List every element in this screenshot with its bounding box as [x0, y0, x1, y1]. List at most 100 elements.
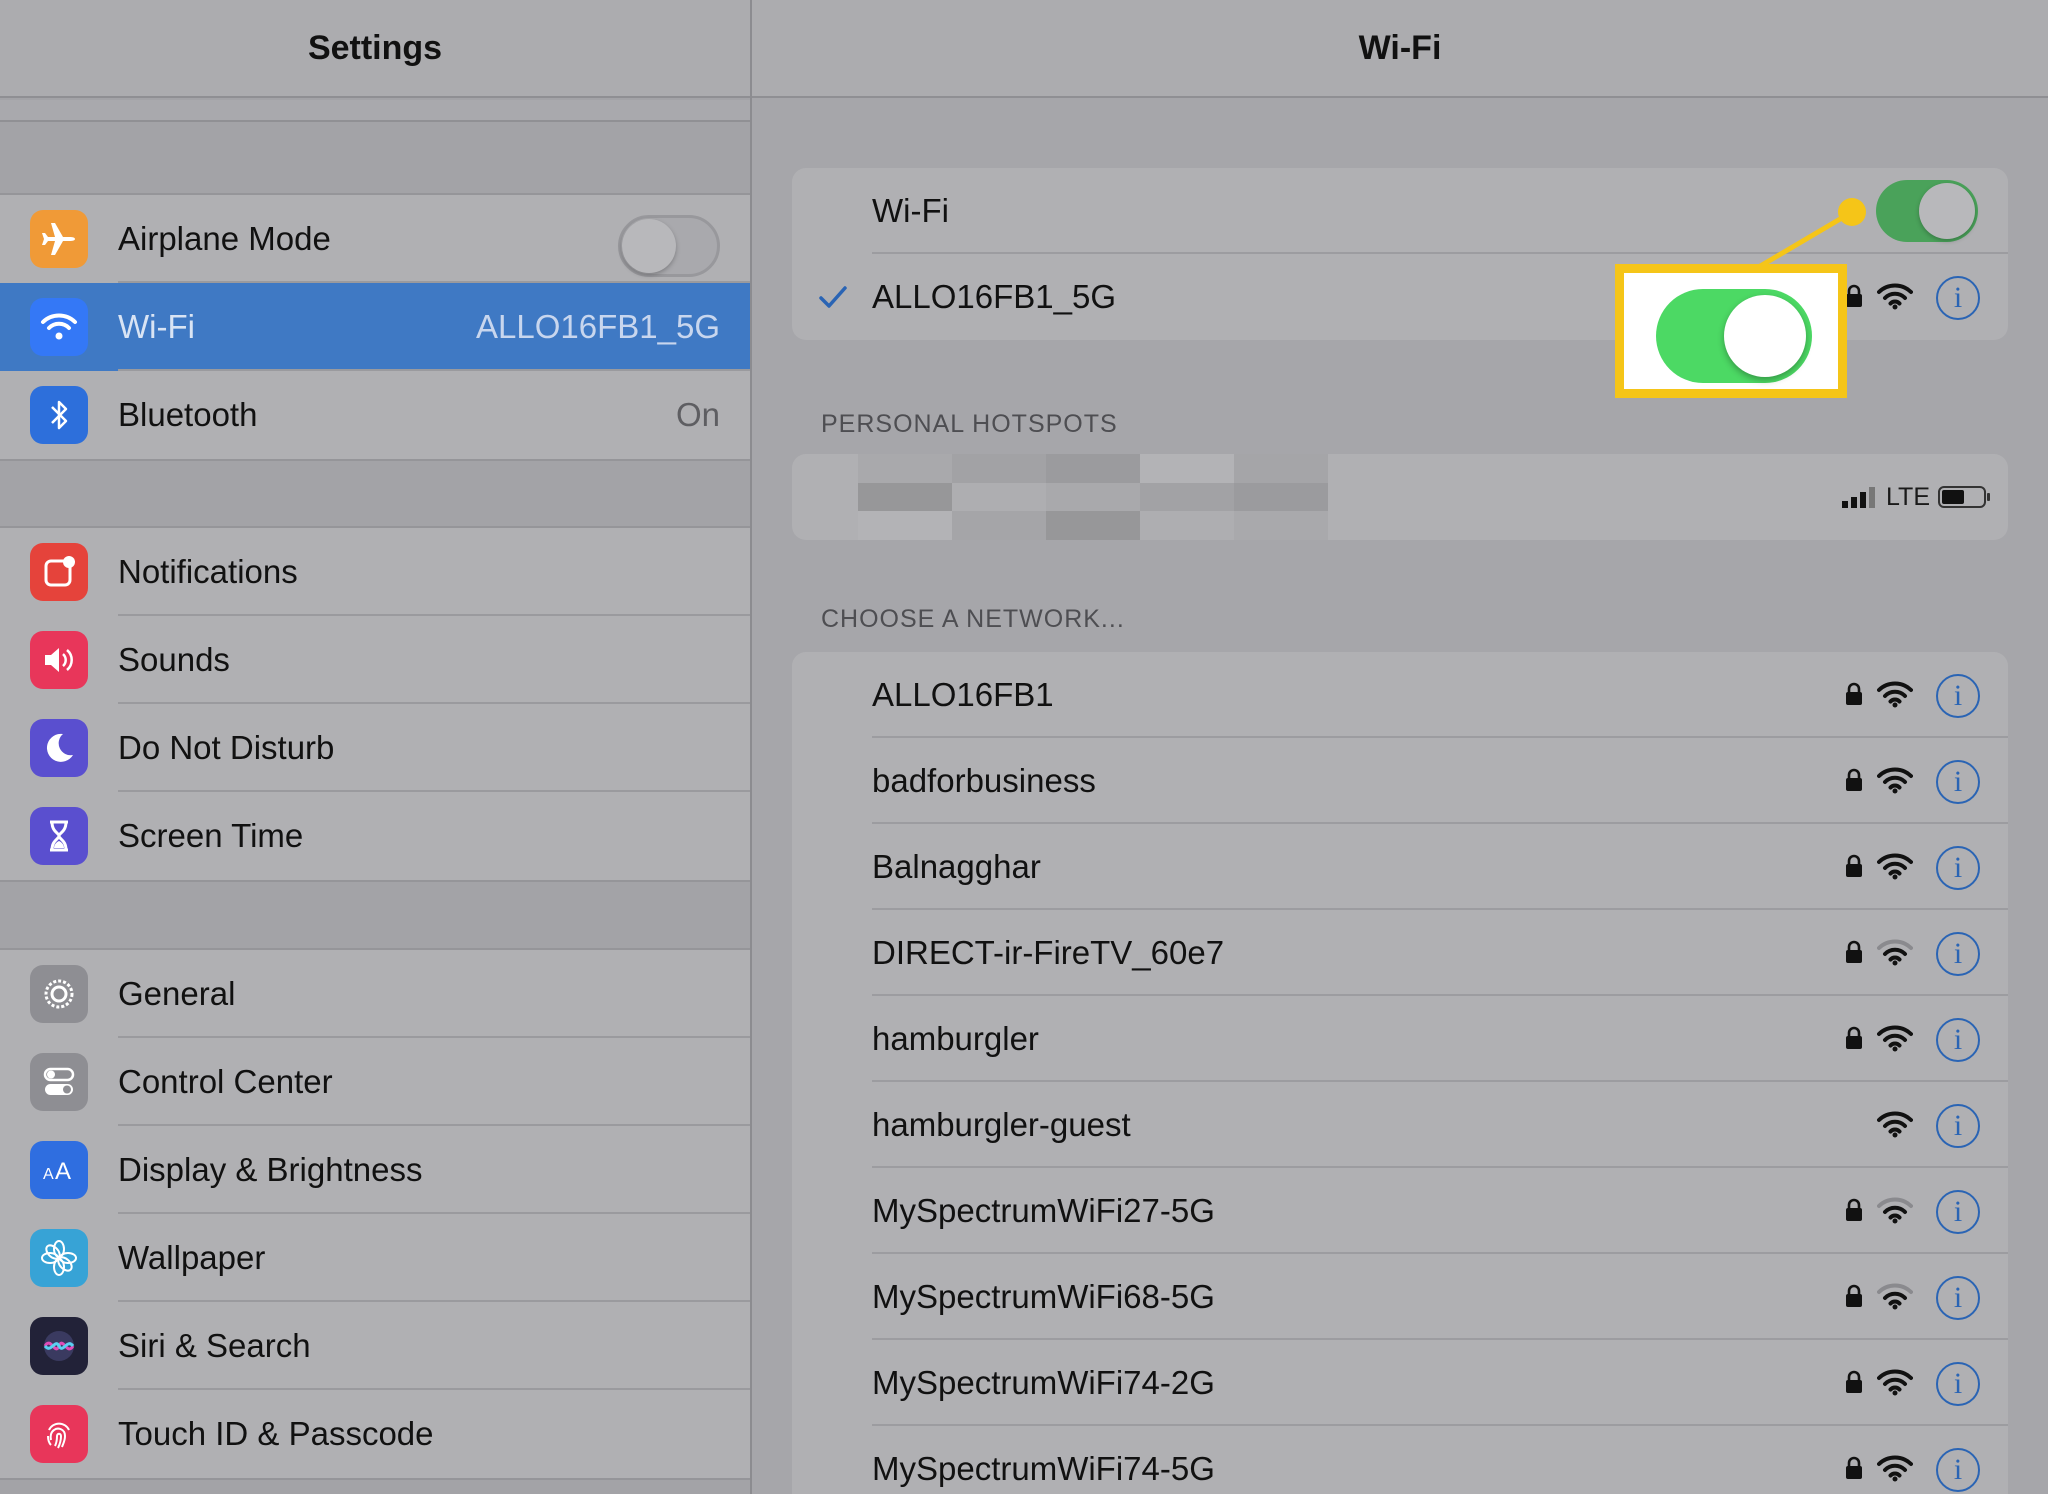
sidebar-item-label: Screen Time — [118, 817, 304, 854]
sidebar-item-general[interactable]: General — [0, 950, 750, 1038]
sidebar-item-label: Display & Brightness — [118, 1151, 423, 1188]
choose-network-header: CHOOSE A NETWORK... — [821, 605, 1125, 633]
info-icon[interactable]: i — [1936, 1276, 1980, 1320]
switches-icon — [30, 1053, 88, 1111]
detail-title: Wi-Fi — [752, 0, 2048, 98]
gear-icon — [30, 965, 88, 1023]
network-row[interactable]: DIRECT-ir-FireTV_60e7 i — [792, 910, 2008, 996]
connectivity-group: Airplane Mode Wi-Fi ALLO16FB1_5G Bluetooth O… — [0, 193, 750, 461]
mosaic-block — [1234, 511, 1266, 540]
sidebar-item-dnd[interactable]: Do Not Disturb — [0, 704, 750, 792]
available-networks-list: ALLO16FB1 i badforbusiness i Balnagghar i DIRE… — [792, 652, 2008, 1494]
lock-icon — [1846, 284, 1862, 307]
sidebar-item-screentime[interactable]: Screen Time — [0, 792, 750, 880]
wifi-icon — [30, 298, 88, 356]
checkmark-icon — [819, 286, 847, 308]
wifi-signal-icon — [1877, 1111, 1913, 1138]
lock-icon — [1846, 768, 1862, 791]
wifi-signal-icon — [1877, 1369, 1913, 1396]
lock-icon — [1846, 940, 1862, 963]
network-row[interactable]: hamburgler-guest i — [792, 1082, 2008, 1168]
network-row[interactable]: MySpectrumWiFi74-5G i — [792, 1426, 2008, 1494]
mosaic-block — [1202, 482, 1234, 512]
info-icon[interactable]: i — [1936, 1018, 1980, 1062]
battery-icon — [1938, 486, 1990, 508]
mosaic-block — [1140, 454, 1172, 483]
network-row[interactable]: MySpectrumWiFi68-5G i — [792, 1254, 2008, 1340]
network-name: hamburgler — [872, 1020, 1039, 1057]
speaker-icon — [30, 631, 88, 689]
sidebar-item-label: Control Center — [118, 1063, 333, 1100]
mosaic-block — [1171, 454, 1203, 483]
sidebar-item-control[interactable]: Control Center — [0, 1038, 750, 1126]
network-row[interactable]: ALLO16FB1 i — [792, 652, 2008, 738]
mosaic-block — [858, 511, 890, 540]
mosaic-block — [952, 482, 984, 512]
mosaic-block — [1014, 482, 1046, 512]
mosaic-block — [889, 454, 921, 483]
sidebar-item-bluetooth[interactable]: Bluetooth On — [0, 371, 750, 459]
info-icon[interactable]: i — [1936, 932, 1980, 976]
wifi-signal-icon — [1877, 1197, 1913, 1224]
sidebar-item-label: Airplane Mode — [118, 220, 331, 257]
mosaic-block — [1265, 482, 1297, 512]
sidebar-item-touchid[interactable]: Touch ID & Passcode — [0, 1390, 750, 1478]
network-name: Balnagghar — [872, 848, 1041, 885]
mosaic-block — [1140, 482, 1172, 512]
lock-icon — [1846, 1284, 1862, 1307]
hotspot-row[interactable]: LTE — [792, 454, 2008, 540]
wifi-signal-icon — [1877, 1025, 1913, 1052]
info-icon[interactable]: i — [1936, 276, 1980, 320]
sidebar-item-label: Sounds — [118, 641, 230, 678]
network-row[interactable]: MySpectrumWiFi27-5G i — [792, 1168, 2008, 1254]
network-row[interactable]: Balnagghar i — [792, 824, 2008, 910]
wifi-signal-icon — [1877, 1283, 1913, 1310]
mosaic-block — [889, 482, 921, 512]
network-row[interactable]: hamburgler i — [792, 996, 2008, 1082]
lock-icon — [1846, 854, 1862, 877]
callout-toggle-knob — [1724, 295, 1806, 377]
sidebar-item-airplane[interactable]: Airplane Mode — [0, 195, 750, 283]
network-row[interactable]: MySpectrumWiFi74-2G i — [792, 1340, 2008, 1426]
sidebar-item-display[interactable]: A A Display & Brightness — [0, 1126, 750, 1214]
info-icon[interactable]: i — [1936, 674, 1980, 718]
sidebar-item-label: Touch ID & Passcode — [118, 1415, 434, 1452]
sidebar-item-wallpaper[interactable]: Wallpaper — [0, 1214, 750, 1302]
wifi-signal-icon — [1877, 939, 1913, 966]
airplane-mode-toggle[interactable] — [618, 215, 720, 277]
mosaic-block — [1077, 454, 1109, 483]
hotspot-status: LTE — [1842, 481, 1992, 513]
network-name: ALLO16FB1 — [872, 676, 1054, 713]
sidebar-item-notifications[interactable]: Notifications — [0, 528, 750, 616]
info-icon[interactable]: i — [1936, 1448, 1980, 1492]
sidebar-item-label: Siri & Search — [118, 1327, 311, 1364]
toggle-knob — [1919, 183, 1975, 239]
sidebar-item-sounds[interactable]: Sounds — [0, 616, 750, 704]
sidebar-item-siri[interactable]: Siri & Search — [0, 1302, 750, 1390]
wifi-toggle[interactable] — [1876, 180, 1978, 242]
sidebar-item-label: Wi-Fi — [118, 308, 195, 345]
info-icon[interactable]: i — [1936, 846, 1980, 890]
profile-row-edge[interactable] — [0, 100, 750, 122]
sidebar-item-label: Notifications — [118, 553, 298, 590]
network-row[interactable]: badforbusiness i — [792, 738, 2008, 824]
mosaic-block — [1140, 511, 1172, 540]
network-type-label: LTE — [1886, 482, 1930, 511]
mosaic-block — [1108, 482, 1140, 512]
info-icon[interactable]: i — [1936, 760, 1980, 804]
cellular-signal-icon — [1842, 487, 1875, 508]
info-icon[interactable]: i — [1936, 1362, 1980, 1406]
hotspot-card: LTE — [792, 454, 2008, 540]
mosaic-block — [1265, 511, 1297, 540]
info-icon[interactable]: i — [1936, 1104, 1980, 1148]
mosaic-block — [983, 454, 1015, 483]
network-name: hamburgler-guest — [872, 1106, 1131, 1143]
sidebar-item-wifi[interactable]: Wi-Fi ALLO16FB1_5G — [0, 283, 750, 371]
text-size-icon: AA — [30, 1141, 88, 1199]
svg-text:A: A — [55, 1158, 71, 1185]
mosaic-block — [1108, 511, 1140, 540]
mosaic-block — [983, 511, 1015, 540]
info-icon[interactable]: i — [1936, 1190, 1980, 1234]
mosaic-block — [1234, 482, 1266, 512]
mosaic-block — [1046, 454, 1078, 483]
